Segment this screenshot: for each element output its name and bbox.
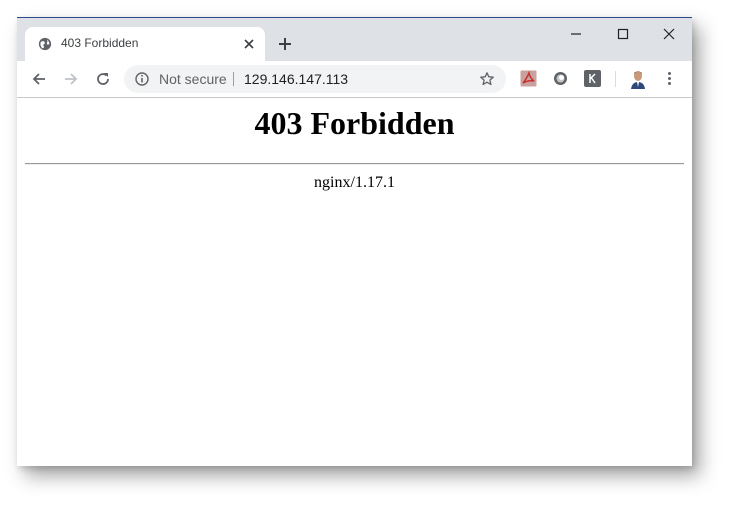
minimize-icon[interactable]	[569, 27, 583, 41]
k-extension-icon[interactable]	[584, 70, 601, 87]
new-tab-icon[interactable]	[277, 36, 293, 52]
browser-window: 403 Forbidden Not secure 129.146.147.113…	[17, 17, 692, 466]
globe-icon	[38, 37, 52, 51]
forward-icon[interactable]	[63, 71, 79, 87]
toolbar-divider	[615, 71, 616, 87]
close-icon[interactable]	[662, 27, 676, 41]
star-icon[interactable]	[479, 71, 495, 87]
divider	[25, 163, 684, 165]
tab-title: 403 Forbidden	[61, 36, 139, 50]
toolbar: Not secure 129.146.147.113	[17, 61, 692, 98]
maximize-icon[interactable]	[616, 27, 630, 41]
url-text[interactable]: 129.146.147.113	[244, 71, 348, 87]
menu-icon[interactable]	[661, 70, 678, 87]
circle-extension-icon[interactable]	[552, 70, 569, 87]
title-bar: 403 Forbidden	[17, 18, 692, 61]
address-bar[interactable]: Not secure 129.146.147.113	[124, 65, 506, 93]
avatar[interactable]	[628, 69, 648, 89]
server-signature: nginx/1.17.1	[314, 174, 395, 191]
adobe-acrobat-extension-icon[interactable]	[520, 70, 537, 87]
tab-active[interactable]: 403 Forbidden	[25, 27, 265, 61]
info-icon[interactable]	[134, 71, 150, 87]
tab-close-icon[interactable]	[242, 37, 256, 51]
reload-icon[interactable]	[95, 71, 111, 87]
page-title: 403 Forbidden	[254, 105, 455, 141]
security-label[interactable]: Not secure	[159, 71, 227, 87]
omnibox-divider	[233, 72, 234, 86]
page-content: 403 Forbidden nginx/1.17.1	[17, 98, 692, 466]
back-icon[interactable]	[31, 71, 47, 87]
